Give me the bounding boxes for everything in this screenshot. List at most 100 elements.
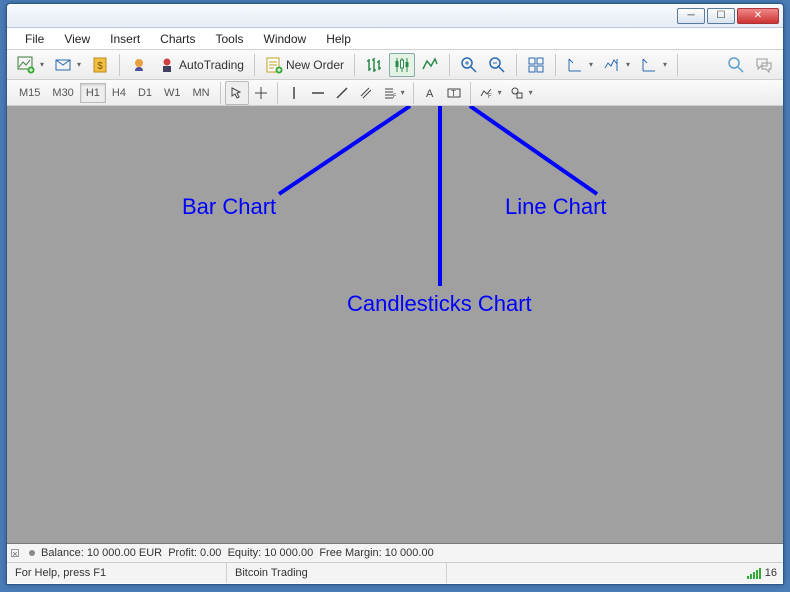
vline-icon xyxy=(287,86,301,100)
balance-label: Balance: xyxy=(41,547,84,559)
menu-file[interactable]: File xyxy=(17,30,52,48)
separator xyxy=(254,54,255,76)
new-chart-button[interactable] xyxy=(13,53,48,77)
indicators-button[interactable] xyxy=(636,53,671,77)
bar-chart-button[interactable] xyxy=(361,53,387,77)
freemargin-label: Free Margin: xyxy=(319,547,381,559)
label-icon: T xyxy=(447,86,461,100)
shift-button[interactable] xyxy=(562,53,597,77)
svg-text:A: A xyxy=(426,88,434,100)
separator xyxy=(220,82,221,104)
maximize-button[interactable]: ☐ xyxy=(707,8,735,24)
equidistant-button[interactable] xyxy=(354,81,378,105)
zoom-in-button[interactable] xyxy=(456,53,482,77)
objects-button[interactable]: F xyxy=(475,81,506,105)
line-chart-button[interactable] xyxy=(417,53,443,77)
main-statusbar: For Help, press F1 Bitcoin Trading 16 xyxy=(7,563,783,583)
close-button[interactable]: ✕ xyxy=(737,8,779,24)
chart-plus-icon xyxy=(17,56,35,74)
timeframe-w1[interactable]: W1 xyxy=(158,83,187,103)
search-button[interactable] xyxy=(723,53,749,77)
svg-text:F: F xyxy=(488,94,492,100)
separator xyxy=(470,82,471,104)
crosshair-button[interactable] xyxy=(249,81,273,105)
menubar: File View Insert Charts Tools Window Hel… xyxy=(7,28,783,50)
cursor-button[interactable] xyxy=(225,81,249,105)
fibonacci-button[interactable]: F xyxy=(378,81,409,105)
auto-scroll-icon xyxy=(603,56,621,74)
timeframe-mn[interactable]: MN xyxy=(187,83,216,103)
text-icon: A xyxy=(423,86,437,100)
timeframe-toolbar: M15 M30 H1 H4 D1 W1 MN F A xyxy=(7,80,783,106)
svg-text:T: T xyxy=(451,89,456,98)
trendline-button[interactable] xyxy=(330,81,354,105)
menu-window[interactable]: Window xyxy=(256,30,315,48)
auto-scroll-button[interactable] xyxy=(599,53,634,77)
wizard-icon xyxy=(130,56,148,74)
titlebar: ─ ☐ ✕ xyxy=(7,4,783,28)
zoom-out-icon xyxy=(488,56,506,74)
zoom-in-icon xyxy=(460,56,478,74)
timeframe-m15[interactable]: M15 xyxy=(13,83,46,103)
autotrading-label: AutoTrading xyxy=(179,58,244,72)
timeframe-h4[interactable]: H4 xyxy=(106,83,132,103)
timeframe-d1[interactable]: D1 xyxy=(132,83,158,103)
cursor-icon xyxy=(230,86,244,100)
chat-button[interactable] xyxy=(751,53,777,77)
status-bullet-icon xyxy=(29,550,35,556)
separator xyxy=(354,54,355,76)
shapes-icon xyxy=(510,86,524,100)
timeframe-m30[interactable]: M30 xyxy=(46,83,79,103)
candlestick-chart-button[interactable] xyxy=(389,53,415,77)
expert-advisors-button[interactable] xyxy=(126,53,152,77)
line-chart-icon xyxy=(421,56,439,74)
horizontal-line-button[interactable] xyxy=(306,81,330,105)
main-toolbar: $ AutoTrading New Order xyxy=(7,50,783,80)
new-order-icon xyxy=(265,56,283,74)
signal-bars-icon xyxy=(747,567,761,579)
menu-help[interactable]: Help xyxy=(318,30,359,48)
arrange-windows-button[interactable] xyxy=(523,53,549,77)
new-order-button[interactable]: New Order xyxy=(261,53,348,77)
terminal-close-button[interactable]: × xyxy=(11,549,19,557)
separator xyxy=(516,54,517,76)
text-label-button[interactable]: T xyxy=(442,81,466,105)
autotrading-icon xyxy=(158,56,176,74)
separator xyxy=(277,82,278,104)
menu-charts[interactable]: Charts xyxy=(152,30,203,48)
separator xyxy=(119,54,120,76)
annotation-lines xyxy=(7,106,785,544)
profiles-icon xyxy=(54,56,72,74)
workspace: Bar Chart Line Chart Candlesticks Chart xyxy=(7,106,783,544)
indicators-icon xyxy=(640,56,658,74)
candlestick-icon xyxy=(393,56,411,74)
market-watch-button[interactable]: $ xyxy=(87,53,113,77)
more-objects-button[interactable] xyxy=(506,81,537,105)
new-order-label: New Order xyxy=(286,58,344,72)
tile-icon xyxy=(527,56,545,74)
zoom-out-button[interactable] xyxy=(484,53,510,77)
shift-icon xyxy=(566,56,584,74)
hline-icon xyxy=(311,86,325,100)
equity-label: Equity: xyxy=(228,547,262,559)
separator xyxy=(555,54,556,76)
minimize-button[interactable]: ─ xyxy=(677,8,705,24)
text-button[interactable]: A xyxy=(418,81,442,105)
freemargin-value: 10 000.00 xyxy=(385,547,434,559)
channel-icon xyxy=(359,86,373,100)
menu-tools[interactable]: Tools xyxy=(208,30,252,48)
terminal-statusbar: × Balance: 10 000.00 EUR Profit: 0.00 Eq… xyxy=(7,544,783,563)
profiles-button[interactable] xyxy=(50,53,85,77)
bar-chart-icon xyxy=(365,56,383,74)
profit-value: 0.00 xyxy=(200,547,221,559)
svg-text:$: $ xyxy=(97,61,103,72)
menu-view[interactable]: View xyxy=(56,30,98,48)
timeframe-h1[interactable]: H1 xyxy=(80,83,106,103)
vertical-line-button[interactable] xyxy=(282,81,306,105)
menu-insert[interactable]: Insert xyxy=(102,30,148,48)
crosshair-icon xyxy=(254,86,268,100)
objects-icon: F xyxy=(479,86,493,100)
autotrading-button[interactable]: AutoTrading xyxy=(154,53,248,77)
trendline-icon xyxy=(335,86,349,100)
fibo-icon: F xyxy=(382,86,396,100)
